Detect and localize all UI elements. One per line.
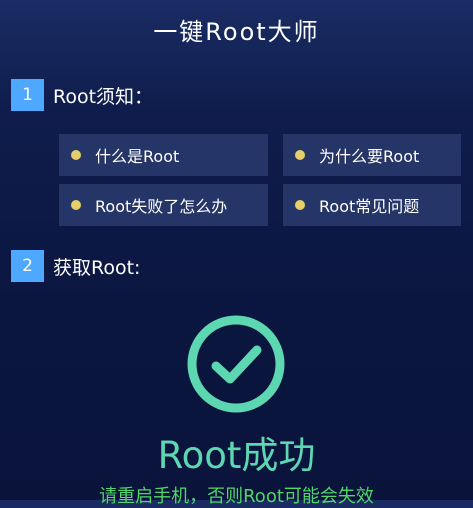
app-header: 一键Root大师	[0, 0, 473, 58]
bullet-icon	[71, 200, 81, 210]
step-badge-1: 1	[11, 79, 44, 111]
step-badge-2: 2	[11, 250, 44, 282]
bullet-icon	[295, 200, 305, 210]
section-root-notes: 1 Root须知：	[11, 79, 153, 111]
check-mark	[211, 345, 262, 384]
section-title-get-root: 获取Root:	[53, 256, 141, 279]
bullet-icon	[71, 150, 81, 160]
check-circle-icon	[187, 315, 285, 413]
app-title: 一键Root大师	[153, 17, 320, 46]
topic-what-is-root[interactable]: 什么是Root	[59, 134, 268, 176]
topic-label: 什么是Root	[95, 147, 180, 166]
topic-label: 为什么要Root	[319, 147, 420, 166]
result-title: Root成功	[157, 434, 316, 477]
topic-why-root[interactable]: 为什么要Root	[283, 134, 461, 176]
topic-label: Root失败了怎么办	[95, 197, 228, 216]
topic-root-faq[interactable]: Root常见问题	[283, 184, 461, 226]
topic-root-failed[interactable]: Root失败了怎么办	[59, 184, 268, 226]
section-get-root: 2 获取Root:	[11, 250, 140, 282]
bullet-icon	[295, 150, 305, 160]
topic-label: Root常见问题	[319, 197, 420, 216]
result-hint: 请重启手机，否则Root可能会失效	[99, 486, 374, 507]
section-title-root-notes: Root须知：	[53, 85, 154, 108]
check-circle-ring	[187, 315, 285, 413]
